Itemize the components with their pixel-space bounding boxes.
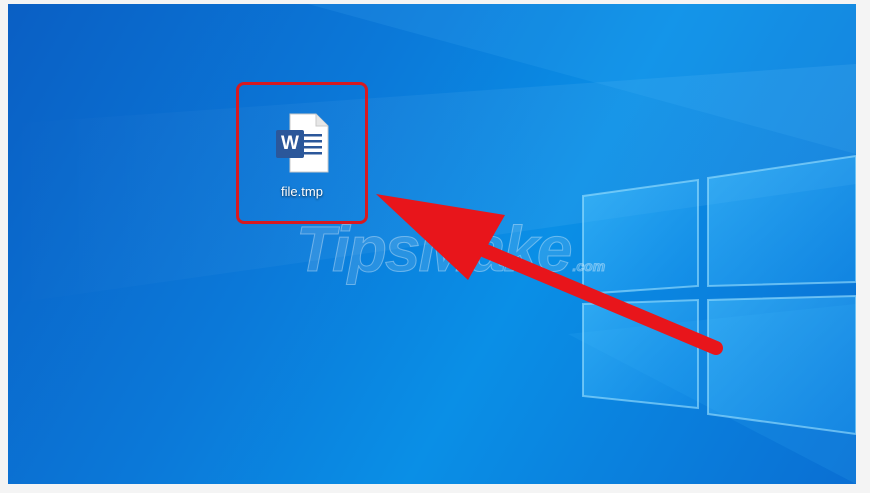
screenshot-frame: TipsMake .com W file.tmp: [0, 0, 870, 493]
watermark-suffix: .com: [572, 258, 606, 275]
highlight-rectangle: [236, 82, 368, 224]
desktop-background: TipsMake .com: [8, 4, 856, 484]
